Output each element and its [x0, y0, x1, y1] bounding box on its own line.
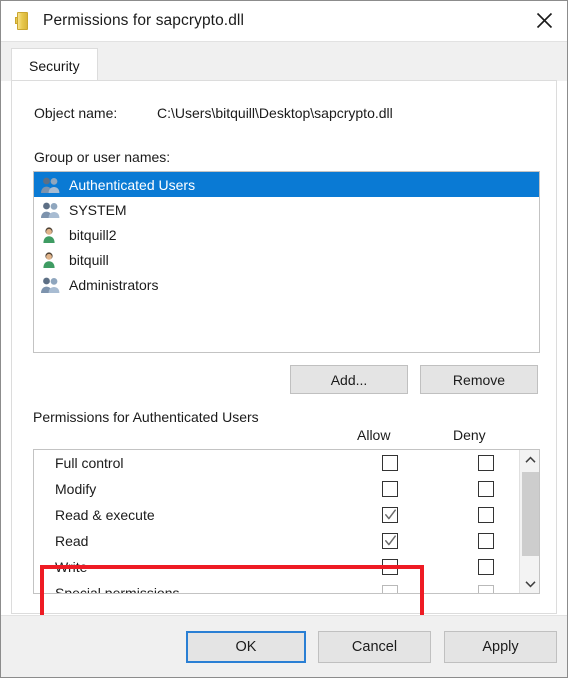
chevron-up-icon[interactable] — [520, 450, 539, 469]
column-header-deny: Deny — [453, 427, 486, 443]
permission-row[interactable]: Read & execute — [34, 502, 520, 528]
apply-button[interactable]: Apply — [444, 631, 557, 663]
column-header-allow: Allow — [357, 427, 391, 443]
tab-strip: Security — [1, 41, 567, 82]
permission-row[interactable]: Read — [34, 528, 520, 554]
permission-checkbox-allow[interactable] — [382, 559, 398, 575]
user-icon — [40, 226, 62, 244]
object-name-value: C:\Users\bitquill\Desktop\sapcrypto.dll — [157, 105, 393, 121]
permissions-for-label: Permissions for Authenticated Users — [33, 409, 259, 425]
group-list-item[interactable]: Authenticated Users — [34, 172, 539, 197]
group-list-item-label: SYSTEM — [69, 201, 127, 218]
add-button-label: Add... — [330, 371, 368, 388]
window-title: Permissions for sapcrypto.dll — [43, 12, 245, 29]
ok-button[interactable]: OK — [186, 631, 306, 663]
permissions-list[interactable]: Full control Modify Read & execute Read Writ… — [33, 449, 540, 594]
group-icon — [40, 276, 62, 294]
ok-button-label: OK — [235, 639, 257, 655]
close-icon[interactable] — [521, 1, 567, 39]
scrollbar-thumb[interactable] — [522, 472, 539, 556]
permission-row[interactable]: Modify — [34, 476, 520, 502]
permission-row-label: Full control — [55, 455, 124, 471]
permission-checkbox-deny[interactable] — [478, 481, 494, 497]
permission-checkbox-deny[interactable] — [478, 455, 494, 471]
apply-button-label: Apply — [482, 639, 519, 655]
key-icon — [15, 12, 31, 30]
group-list-item-label: Authenticated Users — [69, 176, 196, 193]
permission-checkbox-allow[interactable] — [382, 533, 398, 549]
permission-checkbox-deny[interactable] — [478, 585, 494, 593]
title-bar: Permissions for sapcrypto.dll — [1, 1, 567, 41]
dialog-footer: OK Cancel Apply — [1, 615, 567, 677]
permission-row[interactable]: Write — [34, 554, 520, 580]
group-or-user-names-label: Group or user names: — [34, 149, 171, 165]
security-tab-panel: Object name: C:\Users\bitquill\Desktop\s… — [11, 80, 557, 619]
group-list-item-label: bitquill2 — [69, 226, 117, 243]
permission-checkbox-allow[interactable] — [382, 507, 398, 523]
permission-row[interactable]: Special permissions — [34, 580, 520, 594]
permission-row[interactable]: Full control — [34, 450, 520, 476]
tab-security[interactable]: Security — [11, 48, 98, 82]
group-list-item[interactable]: Administrators — [34, 272, 539, 297]
remove-button-label: Remove — [452, 371, 506, 388]
permissions-dialog: Permissions for sapcrypto.dll Security O… — [0, 0, 568, 678]
permission-checkbox-deny[interactable] — [478, 507, 494, 523]
permission-checkbox-allow[interactable] — [382, 585, 398, 593]
permission-row-label: Special permissions — [55, 585, 180, 594]
group-icon — [40, 176, 62, 194]
group-or-user-names-list[interactable]: Authenticated Users SYSTEM bitquill2 bitqui… — [33, 171, 540, 353]
permission-row-label: Modify — [55, 481, 97, 497]
add-button[interactable]: Add... — [290, 365, 408, 394]
group-list-item-label: Administrators — [69, 276, 159, 293]
group-list-item[interactable]: bitquill — [34, 247, 539, 272]
chevron-down-icon[interactable] — [520, 574, 539, 593]
group-list-item[interactable]: SYSTEM — [34, 197, 539, 222]
permission-checkbox-allow[interactable] — [382, 481, 398, 497]
permissions-scrollbar[interactable] — [519, 450, 539, 593]
cancel-button-label: Cancel — [351, 639, 398, 655]
group-list-item-label: bitquill — [69, 251, 109, 268]
permission-row-label: Read — [55, 533, 89, 549]
permission-checkbox-allow[interactable] — [382, 455, 398, 471]
group-icon — [40, 201, 62, 219]
group-list-item[interactable]: bitquill2 — [34, 222, 539, 247]
tab-security-label: Security — [29, 57, 80, 74]
cancel-button[interactable]: Cancel — [318, 631, 431, 663]
object-name-label: Object name: — [34, 105, 118, 121]
permission-checkbox-deny[interactable] — [478, 559, 494, 575]
permission-checkbox-deny[interactable] — [478, 533, 494, 549]
permission-row-label: Write — [55, 559, 88, 575]
user-icon — [40, 251, 62, 269]
remove-button[interactable]: Remove — [420, 365, 538, 394]
permission-row-label: Read & execute — [55, 507, 155, 523]
